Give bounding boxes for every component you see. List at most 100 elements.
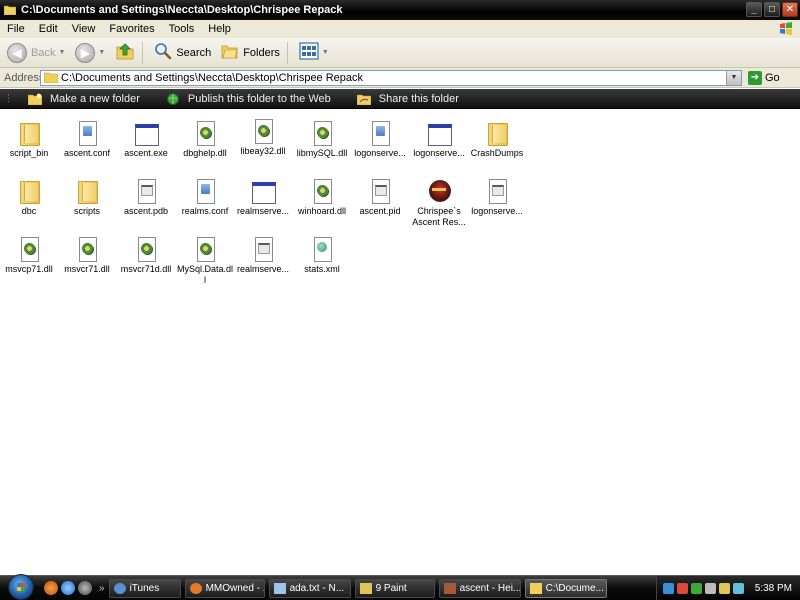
folders-icon xyxy=(221,42,239,63)
views-button[interactable]: ▼ xyxy=(296,41,332,65)
maximize-button[interactable]: □ xyxy=(764,2,780,17)
back-label: Back xyxy=(31,46,56,59)
file-item[interactable]: libmySQL.dll xyxy=(293,120,351,159)
views-icon xyxy=(299,42,319,63)
menu-help[interactable]: Help xyxy=(201,23,238,35)
chevron-down-icon[interactable]: ▼ xyxy=(58,49,65,56)
file-item[interactable]: logonserve... xyxy=(410,120,468,159)
clock[interactable]: 5:38 PM xyxy=(755,583,792,594)
share-folder-task[interactable]: Share this folder xyxy=(356,93,459,105)
menu-view[interactable]: View xyxy=(65,23,103,35)
forward-button[interactable]: ▶ ▼ xyxy=(72,41,108,65)
chevron-down-icon[interactable]: ▼ xyxy=(98,49,105,56)
connection-icon[interactable] xyxy=(732,582,744,594)
taskbar-button-firefox[interactable]: MMOwned - ... xyxy=(184,578,265,598)
internet-explorer-icon[interactable] xyxy=(61,581,75,595)
publish-folder-task[interactable]: Publish this folder to the Web xyxy=(166,92,331,105)
file-item[interactable]: logonserve... xyxy=(468,178,526,217)
file-item[interactable]: dbc xyxy=(0,178,58,217)
file-name: msvcr71d.dll xyxy=(120,264,172,274)
file-item[interactable]: realmserve... xyxy=(234,178,292,217)
file-item[interactable]: ascent.pid xyxy=(351,178,409,217)
file-item[interactable]: realms.conf xyxy=(176,178,234,217)
file-item[interactable]: msvcp71.dll xyxy=(0,236,58,275)
menu-file[interactable]: File xyxy=(0,23,32,35)
file-item[interactable]: stats.xml xyxy=(293,236,351,275)
file-item[interactable]: libeay32.dll xyxy=(234,118,292,157)
taskbar-button-label: iTunes xyxy=(129,582,160,594)
taskbar-button-label: ascent - Hei... xyxy=(459,582,521,594)
config-file-icon xyxy=(369,120,391,146)
minimize-button[interactable]: _ xyxy=(746,2,762,17)
folder-icon xyxy=(18,178,40,204)
file-item[interactable]: dbghelp.dll xyxy=(176,120,234,159)
search-icon xyxy=(154,42,172,63)
taskbar-button-notepad[interactable]: ada.txt - N... xyxy=(268,578,351,598)
file-list-view[interactable]: script_bin ascent.conf ascent.exe dbghel… xyxy=(0,110,800,575)
system-tray: 5:38 PM xyxy=(655,576,800,600)
network-icon[interactable] xyxy=(662,582,674,594)
address-input[interactable]: C:\Documents and Settings\Neccta\Desktop… xyxy=(40,69,742,86)
start-button[interactable] xyxy=(8,574,34,600)
generic-file-icon xyxy=(252,236,274,262)
file-item[interactable]: msvcr71d.dll xyxy=(117,236,175,275)
file-item[interactable]: logonserve... xyxy=(351,120,409,159)
xml-file-icon xyxy=(311,236,333,262)
menu-tools[interactable]: Tools xyxy=(162,23,202,35)
window-controls: _ □ ✕ xyxy=(746,2,798,17)
file-name: dbghelp.dll xyxy=(183,148,227,158)
file-item[interactable]: ascent.pdb xyxy=(117,178,175,217)
file-name: script_bin xyxy=(9,148,49,158)
close-button[interactable]: ✕ xyxy=(782,2,798,17)
folder-icon xyxy=(529,582,542,594)
security-icon[interactable] xyxy=(676,582,688,594)
back-arrow-icon: ◀ xyxy=(7,42,27,63)
toolbar: ◀ Back ▼ ▶ ▼ Search Folders ▼ xyxy=(0,38,800,68)
taskbar-button-itunes[interactable]: iTunes xyxy=(108,578,181,598)
file-name: logonserve... xyxy=(413,148,465,158)
file-item[interactable]: CrashDumps xyxy=(468,120,526,159)
back-button[interactable]: ◀ Back ▼ xyxy=(4,41,68,65)
file-item[interactable]: scripts xyxy=(58,178,116,217)
quick-launch-more-icon[interactable]: » xyxy=(99,583,105,594)
menu-favorites[interactable]: Favorites xyxy=(102,23,161,35)
generic-file-icon xyxy=(135,178,157,204)
file-item[interactable]: winhoard.dll xyxy=(293,178,351,217)
paint-icon xyxy=(359,582,372,594)
update-icon[interactable] xyxy=(718,582,730,594)
make-new-folder-task[interactable]: Make a new folder xyxy=(27,93,140,105)
taskbar-button-explorer[interactable]: C:\Docume... xyxy=(524,578,607,598)
media-player-icon[interactable] xyxy=(78,581,92,595)
folder-icon xyxy=(76,178,98,204)
file-name: msvcr71.dll xyxy=(64,264,110,274)
firefox-icon[interactable] xyxy=(44,581,58,595)
window-title: C:\Documents and Settings\Neccta\Desktop… xyxy=(21,4,343,16)
taskbar-button-paint[interactable]: 9 Paint xyxy=(354,578,435,598)
volume-icon[interactable] xyxy=(704,582,716,594)
file-name: MySql.Data.dll xyxy=(176,264,234,285)
up-folder-icon xyxy=(115,41,135,64)
file-item[interactable]: Chrispee`s Ascent Res... xyxy=(410,178,468,228)
messenger-icon[interactable] xyxy=(690,582,702,594)
file-item[interactable]: ascent.conf xyxy=(58,120,116,159)
folders-button[interactable]: Folders xyxy=(218,41,283,65)
file-item[interactable]: ascent.exe xyxy=(117,120,175,159)
file-item[interactable]: msvcr71.dll xyxy=(58,236,116,275)
file-name: logonserve... xyxy=(471,206,523,216)
file-name: winhoard.dll xyxy=(297,206,347,216)
title-bar[interactable]: C:\Documents and Settings\Neccta\Desktop… xyxy=(0,0,800,20)
go-button[interactable]: ➔ Go xyxy=(748,70,780,85)
address-label: Address xyxy=(4,71,45,84)
generic-file-icon xyxy=(486,178,508,204)
up-folder-button[interactable] xyxy=(112,41,138,65)
file-item[interactable]: MySql.Data.dll xyxy=(176,236,234,286)
address-dropdown-icon[interactable]: ▼ xyxy=(726,70,741,85)
taskbar-button-ascent[interactable]: ascent - Hei... xyxy=(438,578,521,598)
menu-edit[interactable]: Edit xyxy=(32,23,65,35)
chevron-down-icon[interactable]: ▼ xyxy=(322,49,329,56)
grip-handle[interactable]: ⋮ xyxy=(0,93,14,104)
search-button[interactable]: Search xyxy=(151,41,214,65)
file-item[interactable]: script_bin xyxy=(0,120,58,159)
file-name: Chrispee`s Ascent Res... xyxy=(412,206,466,227)
file-item[interactable]: realmserve... xyxy=(234,236,292,275)
